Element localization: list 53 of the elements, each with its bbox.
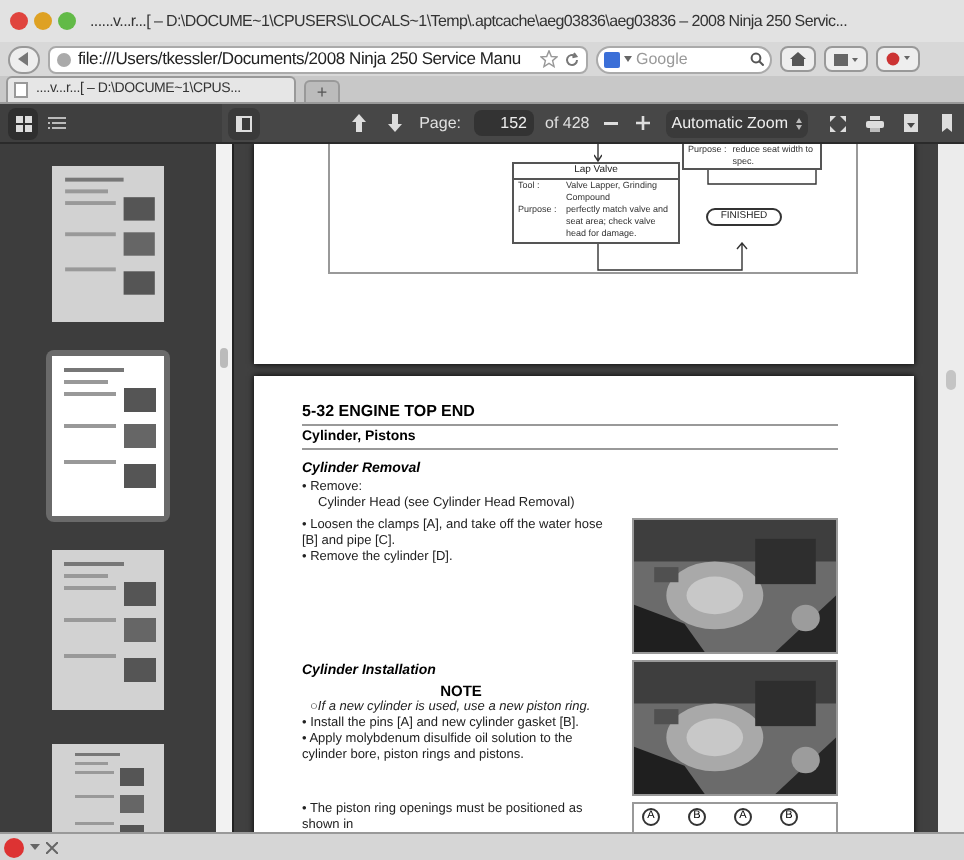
expand-icon bbox=[830, 115, 846, 131]
section-header: 5-32 ENGINE TOP END bbox=[302, 402, 477, 422]
sidebar-icon bbox=[235, 115, 252, 131]
search-icon bbox=[750, 52, 764, 66]
page-thumbnail[interactable] bbox=[46, 350, 170, 522]
download-icon bbox=[903, 114, 917, 132]
page-number-field[interactable]: 152 bbox=[473, 110, 533, 136]
down-arrow-icon bbox=[388, 114, 403, 132]
thumbnail-view-button[interactable] bbox=[8, 107, 38, 139]
printer-icon bbox=[865, 115, 883, 131]
grid-icon bbox=[15, 115, 31, 131]
page-thumbnail[interactable] bbox=[46, 544, 170, 716]
updown-caret-icon bbox=[796, 117, 802, 129]
plus-icon bbox=[636, 116, 651, 130]
globe-icon bbox=[56, 51, 72, 67]
zoom-select[interactable]: Automatic Zoom bbox=[665, 109, 808, 137]
window-title: ......v...r...[ – D:\DOCUME~1\CPUSERS\LOCALS~1\Temp\.aptcache\aeg03836\aeg03836 – 2008 Ninja 250 Servic... bbox=[90, 9, 847, 33]
page-icon bbox=[14, 82, 28, 98]
reload-icon[interactable] bbox=[564, 51, 580, 67]
page-thumbnail[interactable] bbox=[46, 738, 170, 832]
scrollbar-thumb[interactable] bbox=[220, 348, 228, 368]
search-bar[interactable]: Google bbox=[596, 45, 772, 73]
addon-icon bbox=[886, 52, 910, 66]
bookmarks-button[interactable] bbox=[824, 46, 868, 72]
scrollbar-track[interactable] bbox=[216, 144, 232, 832]
page-thumbnail[interactable] bbox=[46, 160, 170, 328]
search-field[interactable]: Google bbox=[636, 47, 746, 71]
new-tab-button[interactable]: + bbox=[304, 80, 340, 102]
addon-button[interactable] bbox=[876, 46, 920, 72]
home-icon bbox=[790, 52, 806, 66]
bookmarks-icon bbox=[834, 53, 858, 65]
caret-icon[interactable] bbox=[30, 844, 40, 850]
adblock-button[interactable] bbox=[4, 837, 24, 857]
page-label: Page: bbox=[419, 111, 461, 135]
search-engine-icon[interactable] bbox=[604, 51, 620, 67]
back-arrow-icon bbox=[18, 52, 30, 66]
list-icon bbox=[48, 115, 66, 131]
minus-icon bbox=[604, 121, 619, 125]
address-field[interactable]: file:///Users/tkessler/Documents/2008 Ninja 250 Service Manu bbox=[48, 45, 588, 73]
url-text: file:///Users/tkessler/Documents/2008 Ninja 250 Service Manu bbox=[78, 47, 521, 71]
caret-icon bbox=[624, 56, 632, 62]
bookmark-icon bbox=[941, 114, 951, 132]
back-button[interactable] bbox=[8, 45, 40, 73]
star-icon[interactable] bbox=[540, 50, 558, 68]
home-button[interactable] bbox=[780, 46, 816, 72]
scrollbar-thumb[interactable] bbox=[946, 370, 956, 390]
up-arrow-icon bbox=[352, 114, 367, 132]
sidebar-toggle-button[interactable] bbox=[227, 107, 260, 139]
cross-icon[interactable] bbox=[46, 841, 58, 853]
scrollbar-track[interactable] bbox=[938, 144, 964, 832]
page-count: of 428 bbox=[545, 111, 590, 135]
connector-line bbox=[706, 170, 818, 186]
close-button[interactable] bbox=[10, 12, 28, 30]
